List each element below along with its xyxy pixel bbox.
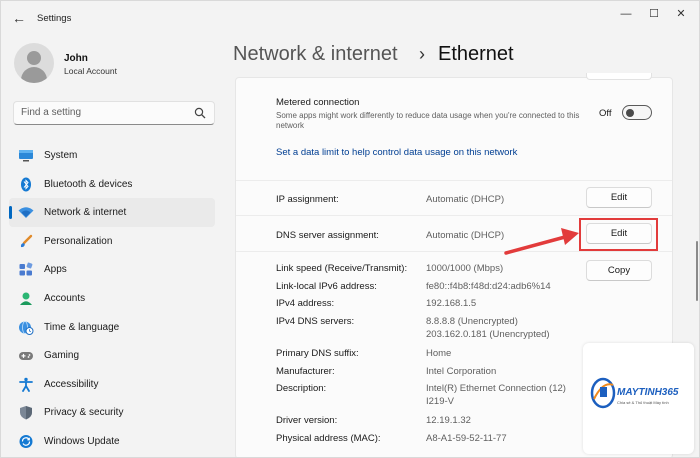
sidebar-item-label: Accessibility [44,378,99,390]
sidebar-item-gaming[interactable]: Gaming [9,341,215,370]
metered-connection-title: Metered connection [276,97,360,108]
property-label: IPv4 address: [276,298,335,309]
sidebar-item-accessibility[interactable]: Accessibility [9,370,215,399]
scrolled-button-edge [586,73,652,80]
avatar-body [21,67,47,83]
shield-icon [20,406,32,420]
title-bar: ← Settings — ☐ ✕ [1,1,699,35]
watermark-logo: MAYTINH365 Chia sẻ & Thủ thuật Máy tính [583,343,694,454]
app-title: Settings [37,13,72,24]
page-title: Ethernet [438,43,514,65]
bluetooth-icon [21,177,31,192]
wifi-icon [18,207,34,219]
accessibility-icon [19,377,33,392]
property-label: Primary DNS suffix: [276,348,359,359]
minimize-button[interactable]: — [614,7,638,21]
sidebar-item-label: Personalization [44,235,113,247]
sidebar-item-system[interactable]: System [9,141,215,170]
breadcrumb-separator: › [419,44,425,64]
sidebar-item-network[interactable]: Network & internet [9,198,215,227]
sidebar-item-label: Privacy & security [44,407,124,419]
user-account-type: Local Account [64,66,117,76]
brush-icon [20,234,33,247]
user-name: John [64,53,88,64]
close-button[interactable]: ✕ [669,7,693,21]
property-value: Home [426,348,452,359]
property-label: Driver version: [276,415,338,426]
ip-assignment-edit-button[interactable]: Edit [586,187,652,208]
divider [236,180,672,181]
search-box[interactable] [13,101,215,125]
property-value: 1000/1000 (Mbps) [426,263,504,274]
sidebar-item-label: Gaming [44,350,80,362]
sidebar-item-label: Bluetooth & devices [44,178,133,190]
monitor-icon [19,150,33,162]
toggle-knob [626,108,634,117]
sidebar-item-label: Accounts [44,292,86,304]
copy-properties-button[interactable]: Copy [586,260,652,281]
breadcrumb-parent[interactable]: Network & internet [233,43,398,66]
sidebar-item-personalization[interactable]: Personalization [9,227,215,256]
metered-connection-description: Some apps might work differently to redu… [276,111,580,130]
dns-assignment-label: DNS server assignment: [276,230,379,241]
watermark-tagline: Chia sẻ & Thủ thuật Máy tính [617,400,669,405]
property-label: IPv4 DNS servers: [276,316,355,327]
settings-window: ← Settings — ☐ ✕ John Local Account Syst… [0,0,700,458]
property-label: Manufacturer: [276,366,335,377]
property-value: A8-A1-59-52-11-77 [426,433,507,444]
metered-connection-toggle[interactable] [622,105,652,120]
sidebar-item-bluetooth[interactable]: Bluetooth & devices [9,170,215,199]
property-value-line2: I219-V [426,396,454,407]
gamepad-icon [19,352,33,361]
sidebar-item-label: Network & internet [44,207,127,219]
ip-assignment-value: Automatic (DHCP) [426,194,505,205]
property-label: Link speed (Receive/Transmit): [276,263,408,274]
divider [236,215,672,216]
sidebar-item-privacy[interactable]: Privacy & security [9,398,215,427]
search-input[interactable] [21,107,191,118]
property-value: fe80::f4b8:f48d:d24:adb6%14 [426,281,551,292]
metered-toggle-state: Off [599,108,612,119]
sidebar-item-windows-update[interactable]: Windows Update [9,427,215,456]
maximize-button[interactable]: ☐ [642,7,666,21]
avatar[interactable] [14,43,54,83]
divider [236,251,672,252]
sidebar-item-label: System [44,150,78,161]
property-value: 12.19.1.32 [426,415,471,426]
watermark-brand: MAYTINH365 [617,387,679,398]
avatar-head [27,51,41,65]
dns-assignment-value: Automatic (DHCP) [426,230,505,241]
back-arrow-icon[interactable]: ← [11,10,27,26]
property-label: Physical address (MAC): [276,433,381,444]
sidebar-item-apps[interactable]: Apps [9,255,215,284]
sidebar-item-time-language[interactable]: Time & language [9,313,215,342]
highlight-box [579,218,658,251]
property-value: Intel(R) Ethernet Connection (12) [426,383,566,394]
data-limit-link[interactable]: Set a data limit to help control data us… [276,147,517,158]
property-value: 8.8.8.8 (Unencrypted) [426,316,518,327]
property-label: Link-local IPv6 address: [276,281,377,292]
property-label: Description: [276,383,327,394]
sidebar-item-label: Windows Update [44,435,120,447]
annotation-arrow-icon [504,228,579,255]
person-icon [20,292,32,305]
ip-assignment-label: IP assignment: [276,194,339,205]
globe-clock-icon [19,320,34,335]
sidebar-item-label: Apps [44,264,67,276]
update-icon [19,434,33,448]
sidebar-nav: System Bluetooth & devices Network & int… [9,141,215,456]
property-value-line2: 203.162.0.181 (Unencrypted) [426,329,550,340]
sidebar-item-label: Time & language [44,321,120,333]
search-icon[interactable] [194,107,206,119]
property-value: Intel Corporation [426,366,497,377]
sidebar-item-accounts[interactable]: Accounts [9,284,215,313]
apps-icon [19,262,33,276]
content-scrollbar[interactable] [696,241,698,301]
property-value: 192.168.1.5 [426,298,477,309]
